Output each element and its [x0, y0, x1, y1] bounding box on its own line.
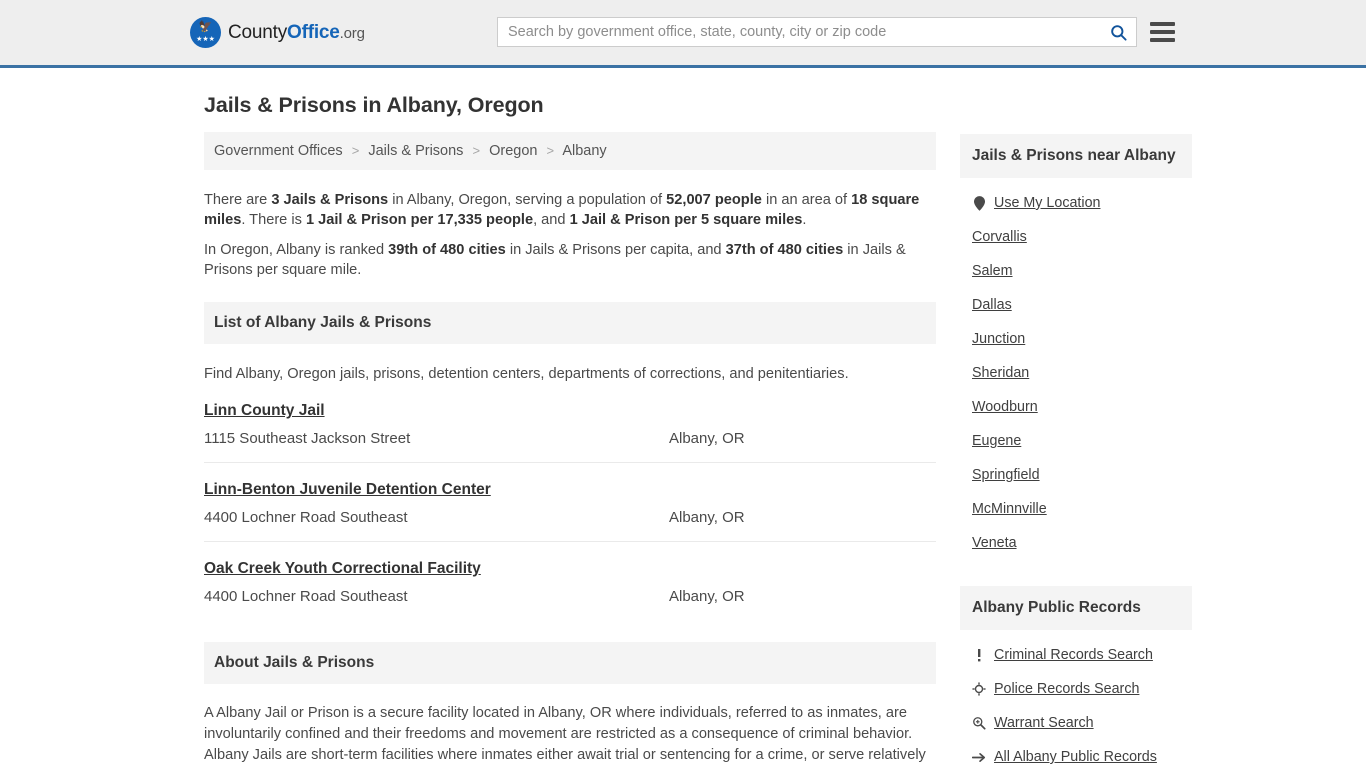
brand-part-county: County	[228, 21, 288, 43]
table-row: Linn-Benton Juvenile Detention Center 44…	[204, 463, 936, 542]
sidebar-item-label[interactable]: Junction	[972, 331, 1025, 347]
crosshair-icon	[972, 682, 986, 696]
magnifier-plus-icon	[972, 716, 986, 730]
brand-part-office: Office	[287, 21, 340, 43]
sidebar-item-label[interactable]: Warrant Search	[994, 715, 1094, 731]
county-office-logo-icon: 🦅 ★★★	[190, 17, 221, 48]
listing-name-link[interactable]: Linn County Jail	[204, 402, 325, 420]
sidebar-item-sheridan[interactable]: Sheridan	[960, 356, 1192, 390]
sidebar-item-label[interactable]: Use My Location	[994, 195, 1100, 211]
sidebar-item-eugene[interactable]: Eugene	[960, 424, 1192, 458]
breadcrumb-separator: >	[351, 143, 360, 158]
listing-city-state: Albany, OR	[669, 588, 745, 605]
breadcrumb-separator: >	[546, 143, 555, 158]
sidebar-item-label[interactable]: Salem	[972, 263, 1013, 279]
sidebar-item-mcminnville[interactable]: McMinnville	[960, 492, 1192, 526]
intro-text: .	[802, 212, 807, 228]
page-title: Jails & Prisons in Albany, Oregon	[204, 93, 544, 117]
main-content: Government Offices > Jails & Prisons > O…	[204, 132, 936, 768]
sidebar-item-salem[interactable]: Salem	[960, 254, 1192, 288]
exclamation-icon	[972, 648, 986, 662]
intro-text: in an area of	[761, 192, 852, 208]
intro-text: There are	[204, 192, 272, 208]
breadcrumb-item-government-offices[interactable]: Government Offices	[214, 143, 343, 159]
search-bar[interactable]	[497, 17, 1137, 47]
breadcrumb-item-albany[interactable]: Albany	[562, 143, 606, 159]
sidebar-item-use-my-location[interactable]: Use My Location	[960, 186, 1192, 220]
hamburger-menu-icon[interactable]	[1150, 20, 1175, 44]
sidebar-item-junction[interactable]: Junction	[960, 322, 1192, 356]
intro-statistics: There are 3 Jails & Prisons in Albany, O…	[204, 170, 936, 280]
sidebar-item-springfield[interactable]: Springfield	[960, 458, 1192, 492]
sidebar-item-warrant-search[interactable]: Warrant Search	[960, 706, 1192, 740]
about-section-body: A Albany Jail or Prison is a secure faci…	[204, 684, 936, 768]
site-logo-link[interactable]: 🦅 ★★★ CountyOffice.org	[190, 17, 365, 48]
stat-rank-per-square-mile: 37th of 480 cities	[725, 242, 844, 258]
sidebar-item-veneta[interactable]: Veneta	[960, 526, 1192, 560]
table-row: Linn County Jail 1115 Southeast Jackson …	[204, 384, 936, 463]
listing-address: 1115 Southeast Jackson Street	[204, 430, 411, 447]
about-section-heading: About Jails & Prisons	[204, 642, 936, 684]
breadcrumb: Government Offices > Jails & Prisons > O…	[204, 132, 936, 170]
listing-name-link[interactable]: Oak Creek Youth Correctional Facility	[204, 560, 481, 578]
stat-per-capita: 1 Jail & Prison per 17,335 people	[305, 212, 534, 228]
stat-rank-per-capita: 39th of 480 cities	[388, 242, 506, 258]
map-pin-icon	[972, 195, 986, 211]
page-container: Jails & Prisons in Albany, Oregon Govern…	[0, 93, 1366, 768]
intro-text: In Oregon, Albany is ranked	[204, 242, 389, 258]
sidebar-item-police-records-search[interactable]: Police Records Search	[960, 672, 1192, 706]
listing-address: 4400 Lochner Road Southeast	[204, 588, 408, 605]
about-paragraph: A Albany Jail or Prison is a secure faci…	[204, 705, 926, 763]
sidebar-nearby-heading: Jails & Prisons near Albany	[960, 134, 1192, 178]
brand-wordmark: CountyOffice.org	[228, 22, 365, 44]
sidebar-item-label[interactable]: Corvallis	[972, 229, 1027, 245]
stat-per-square-mile: 1 Jail & Prison per 5 square miles	[569, 212, 803, 228]
sidebar-item-label[interactable]: Veneta	[972, 535, 1017, 551]
listing-name-link[interactable]: Linn-Benton Juvenile Detention Center	[204, 481, 491, 499]
list-section-subtitle: Find Albany, Oregon jails, prisons, dete…	[204, 366, 849, 382]
search-icon	[1110, 24, 1127, 41]
breadcrumb-separator: >	[472, 143, 481, 158]
site-header: 🦅 ★★★ CountyOffice.org	[0, 0, 1366, 68]
intro-text: in Albany, Oregon, serving a population …	[388, 192, 667, 208]
intro-paragraph-counts: There are 3 Jails & Prisons in Albany, O…	[204, 190, 936, 230]
brand-part-tld: .org	[339, 24, 365, 42]
sidebar-item-label[interactable]: Sheridan	[972, 365, 1029, 381]
search-input[interactable]	[498, 18, 1100, 46]
sidebar-item-label[interactable]: Eugene	[972, 433, 1021, 449]
sidebar: Jails & Prisons near Albany Use My Locat…	[960, 132, 1192, 768]
sidebar-item-dallas[interactable]: Dallas	[960, 288, 1192, 322]
sidebar-nearby-list: Use My Location Corvallis Salem Dallas J…	[960, 178, 1192, 560]
intro-text: in Jails & Prisons per capita, and	[505, 242, 726, 258]
breadcrumb-item-jails-prisons[interactable]: Jails & Prisons	[368, 143, 463, 159]
list-section-heading: List of Albany Jails & Prisons	[204, 302, 936, 344]
stat-population: 52,007 people	[666, 192, 762, 208]
intro-paragraph-ranking: In Oregon, Albany is ranked 39th of 480 …	[204, 240, 936, 280]
sidebar-records-list: Criminal Records Search Police Records S…	[960, 630, 1192, 768]
breadcrumb-item-oregon[interactable]: Oregon	[489, 143, 537, 159]
sidebar-item-label[interactable]: All Albany Public Records	[994, 749, 1157, 765]
stat-jail-count: 3 Jails & Prisons	[271, 192, 389, 208]
sidebar-item-label[interactable]: Woodburn	[972, 399, 1038, 415]
table-row: Oak Creek Youth Correctional Facility 44…	[204, 542, 936, 620]
listing-address: 4400 Lochner Road Southeast	[204, 509, 408, 526]
arrow-right-icon	[972, 751, 986, 764]
jail-listings: Linn County Jail 1115 Southeast Jackson …	[204, 384, 936, 620]
intro-text: , and	[533, 212, 570, 228]
intro-text: . There is	[241, 212, 306, 228]
sidebar-records-heading: Albany Public Records	[960, 586, 1192, 630]
sidebar-item-woodburn[interactable]: Woodburn	[960, 390, 1192, 424]
sidebar-item-corvallis[interactable]: Corvallis	[960, 220, 1192, 254]
search-button[interactable]	[1100, 18, 1136, 46]
listing-city-state: Albany, OR	[669, 509, 745, 526]
sidebar-item-label[interactable]: Springfield	[972, 467, 1040, 483]
sidebar-item-label[interactable]: McMinnville	[972, 501, 1047, 517]
listing-city-state: Albany, OR	[669, 430, 745, 447]
sidebar-item-criminal-records-search[interactable]: Criminal Records Search	[960, 638, 1192, 672]
sidebar-item-all-albany-public-records[interactable]: All Albany Public Records	[960, 740, 1192, 768]
sidebar-item-label[interactable]: Police Records Search	[994, 681, 1139, 697]
sidebar-item-label[interactable]: Dallas	[972, 297, 1012, 313]
sidebar-item-label[interactable]: Criminal Records Search	[994, 647, 1153, 663]
